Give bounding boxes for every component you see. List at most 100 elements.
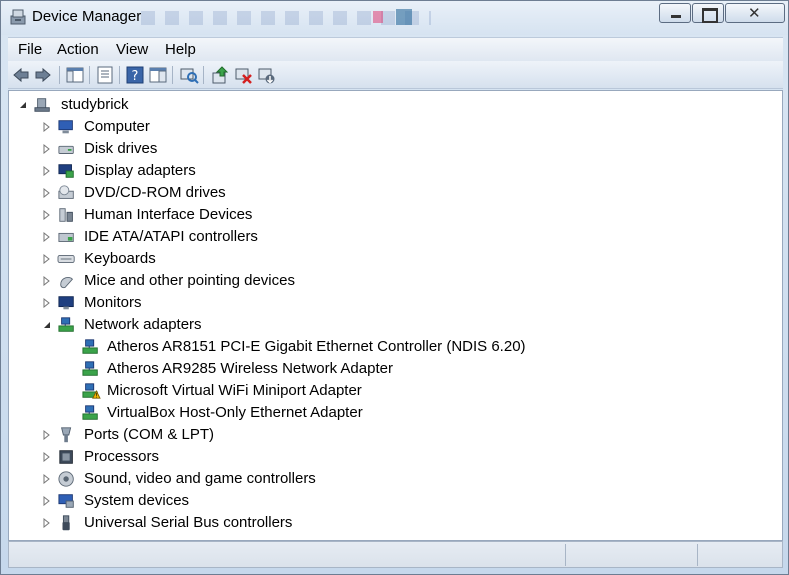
tree-device[interactable]: ! Microsoft Virtual WiFi Miniport Adapter <box>9 380 779 402</box>
tree-category-label: Keyboards <box>84 250 156 267</box>
tree-category[interactable]: Display adapters <box>9 160 779 182</box>
properties-icon[interactable] <box>95 65 115 85</box>
status-segment <box>565 544 697 566</box>
tree-category[interactable]: Sound, video and game controllers <box>9 468 779 490</box>
port-icon <box>61 427 72 443</box>
display-adapter-icon <box>58 164 74 178</box>
tree-category[interactable]: Ports (COM & LPT) <box>9 424 779 446</box>
expand-arrow-icon[interactable] <box>42 430 52 440</box>
menu-action[interactable]: Action <box>57 41 99 58</box>
uninstall-icon[interactable] <box>233 65 253 85</box>
tree-category-label: Ports (COM & LPT) <box>84 426 215 443</box>
tree-category[interactable]: Computer <box>9 116 779 138</box>
show-hide-tree-icon[interactable] <box>65 65 85 85</box>
tree-device-label: Atheros AR8151 PCI-E Gigabit Ethernet Co… <box>107 338 526 355</box>
expand-arrow-icon[interactable] <box>42 166 52 176</box>
toolbar: ? <box>8 61 783 89</box>
disk-drive-icon <box>58 145 74 154</box>
tree-category-label: Universal Serial Bus controllers <box>84 514 293 531</box>
tree-category[interactable]: Processors <box>9 446 779 468</box>
dvd-drive-icon <box>58 185 74 199</box>
tree-category[interactable]: Monitors <box>9 292 779 314</box>
tree-root[interactable]: studybrick <box>9 94 779 116</box>
tree-category-label: Sound, video and game controllers <box>84 470 316 487</box>
help-icon[interactable]: ? <box>125 65 145 85</box>
expand-arrow-icon[interactable] <box>42 452 52 462</box>
expand-arrow-icon[interactable] <box>42 210 52 220</box>
expand-arrow-icon[interactable] <box>42 254 52 264</box>
computer-tower-icon <box>34 98 50 112</box>
tree-category-label: Computer <box>84 118 150 135</box>
tree-device-label: VirtualBox Host-Only Ethernet Adapter <box>107 404 363 421</box>
expand-arrow-icon[interactable] <box>42 144 52 154</box>
background-taskbar-ghost <box>141 11 431 25</box>
tree-category-label: Human Interface Devices <box>84 206 253 223</box>
tree-device[interactable]: Atheros AR9285 Wireless Network Adapter <box>9 358 779 380</box>
tree-category-label: System devices <box>84 492 190 509</box>
tree-device[interactable]: VirtualBox Host-Only Ethernet Adapter <box>9 402 779 424</box>
network-adapter-icon <box>82 339 98 354</box>
expand-arrow-icon[interactable] <box>42 518 52 528</box>
keyboard-icon <box>57 254 75 264</box>
background-ghost-mark <box>396 9 412 25</box>
update-driver-icon[interactable] <box>210 65 230 85</box>
processor-icon <box>59 450 73 464</box>
tree-category-label: Processors <box>84 448 160 465</box>
tree-category[interactable]: Disk drives <box>9 138 779 160</box>
tree-category[interactable]: Mice and other pointing devices <box>9 270 779 292</box>
tree-category-label: Mice and other pointing devices <box>84 272 295 289</box>
ide-controller-icon <box>58 232 74 242</box>
expand-arrow-icon[interactable] <box>42 188 52 198</box>
computer-icon <box>58 120 73 134</box>
svg-text:?: ? <box>132 69 139 84</box>
tree-category[interactable]: IDE ATA/ATAPI controllers <box>9 226 779 248</box>
menu-bar: File Action View Help <box>8 37 783 61</box>
tree-category[interactable]: System devices <box>9 490 779 512</box>
network-adapter-warning-icon: ! <box>82 383 101 399</box>
expand-arrow-icon[interactable] <box>42 496 52 506</box>
menu-help[interactable]: Help <box>165 41 196 58</box>
title-bar[interactable]: Device Manager <box>1 1 788 35</box>
tree-category[interactable]: Universal Serial Bus controllers <box>9 512 779 534</box>
device-manager-icon <box>10 9 26 25</box>
expand-arrow-icon[interactable] <box>42 122 52 132</box>
tree-device[interactable]: Atheros AR8151 PCI-E Gigabit Ethernet Co… <box>9 336 779 358</box>
menu-view[interactable]: View <box>116 41 148 58</box>
monitor-icon <box>58 296 74 310</box>
maximize-button[interactable] <box>692 3 724 23</box>
tree-category[interactable]: Network adapters <box>9 314 779 336</box>
tree-category[interactable]: DVD/CD-ROM drives <box>9 182 779 204</box>
tree-device-label: Atheros AR9285 Wireless Network Adapter <box>107 360 393 377</box>
minimize-button[interactable] <box>659 3 691 23</box>
network-adapter-icon <box>58 317 74 332</box>
scan-hardware-icon[interactable] <box>179 65 199 85</box>
tree-category[interactable]: Human Interface Devices <box>9 204 779 226</box>
expand-arrow-icon[interactable] <box>42 232 52 242</box>
collapse-arrow-icon[interactable] <box>42 320 52 330</box>
svg-text:!: ! <box>95 392 98 399</box>
sound-icon <box>58 471 74 487</box>
tree-category-label: Network adapters <box>84 316 202 333</box>
device-tree: studybrick Computer Disk drives Display ada… <box>8 90 783 541</box>
system-device-icon <box>58 494 74 508</box>
tree-device-label: Microsoft Virtual WiFi Miniport Adapter <box>107 382 362 399</box>
tree-root-label: studybrick <box>61 96 129 113</box>
close-button[interactable] <box>725 3 785 23</box>
status-bar <box>8 541 783 568</box>
back-arrow-icon[interactable] <box>11 65 31 85</box>
action-pane-icon[interactable] <box>148 65 168 85</box>
tree-category-label: DVD/CD-ROM drives <box>84 184 226 201</box>
forward-arrow-icon[interactable] <box>33 65 53 85</box>
tree-category[interactable]: Keyboards <box>9 248 779 270</box>
window-title: Device Manager <box>32 8 142 25</box>
disable-icon[interactable] <box>256 65 276 85</box>
hid-icon <box>59 208 73 222</box>
tree-category-label: IDE ATA/ATAPI controllers <box>84 228 258 245</box>
expand-arrow-icon[interactable] <box>42 474 52 484</box>
collapse-arrow-icon[interactable] <box>18 100 28 110</box>
tree-category-label: Monitors <box>84 294 142 311</box>
background-ghost-mark <box>373 11 383 23</box>
menu-file[interactable]: File <box>18 41 42 58</box>
expand-arrow-icon[interactable] <box>42 298 52 308</box>
expand-arrow-icon[interactable] <box>42 276 52 286</box>
